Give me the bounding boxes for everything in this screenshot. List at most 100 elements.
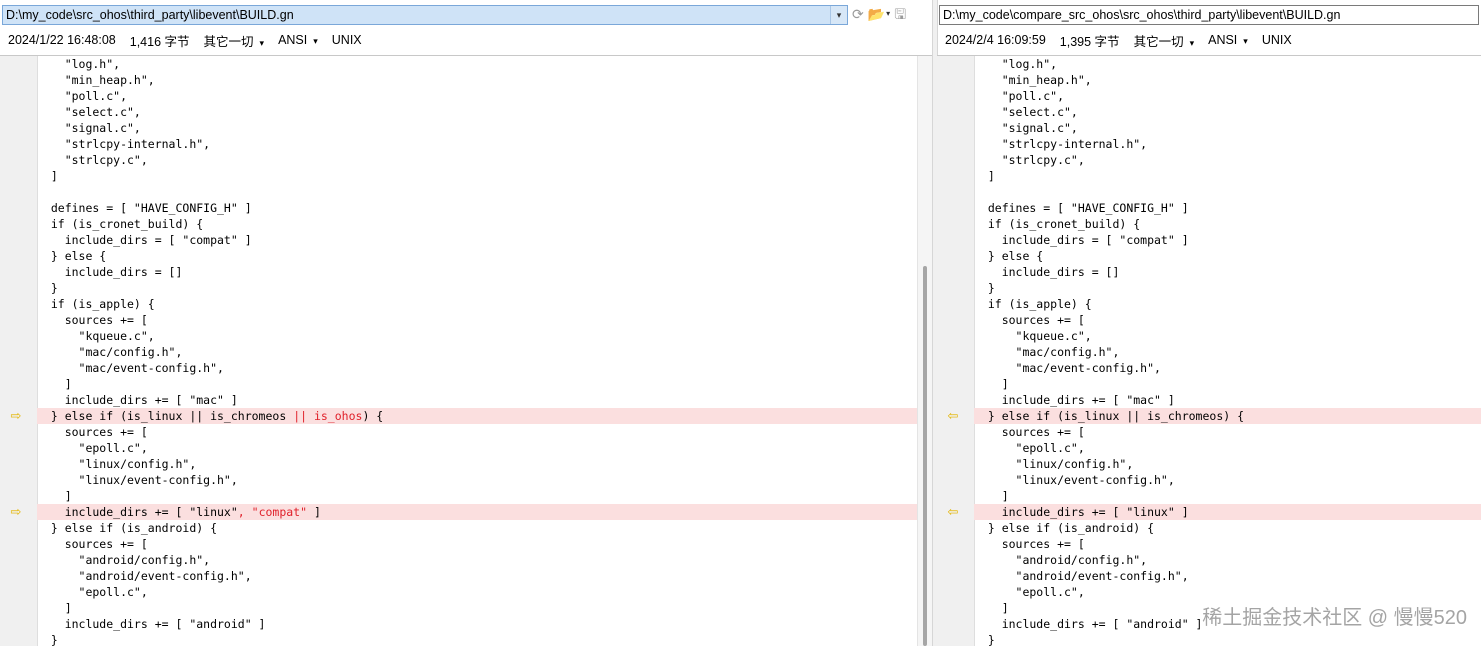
diff-arrow-icon[interactable]: ⇨ [8, 408, 24, 424]
code-line: "linux/event-config.h", [37, 472, 917, 488]
code-line: sources += [ [37, 536, 917, 552]
code-line: } [37, 632, 917, 646]
code-text: ] [37, 601, 72, 615]
code-text: include_dirs = [ "compat" ] [974, 233, 1189, 247]
open-folder-icon[interactable]: 📂 [868, 4, 885, 24]
open-folder-dropdown-icon[interactable]: ▾ [886, 4, 890, 24]
left-toolbar: ⟳ 📂 ▾ 🖫 [852, 4, 906, 24]
code-line: include_dirs = [ "compat" ] [974, 232, 1481, 248]
left-path-input[interactable]: D:\my_code\src_ohos\third_party\libevent… [2, 5, 848, 25]
right-path-text: D:\my_code\compare_src_ohos\src_ohos\thi… [943, 8, 1341, 22]
code-text: "mac/config.h", [974, 345, 1120, 359]
diff-arrow-icon[interactable]: ⇦ [945, 504, 961, 520]
code-text: "linux/config.h", [37, 457, 197, 471]
code-line: "strlcpy-internal.h", [37, 136, 917, 152]
left-path-text: D:\my_code\src_ohos\third_party\libevent… [6, 8, 294, 22]
code-line: include_dirs += [ "mac" ] [37, 392, 917, 408]
code-text: } else if (is_android) { [974, 521, 1155, 535]
diff-arrow-icon[interactable]: ⇨ [8, 504, 24, 520]
right-encoding-select[interactable]: ANSI ▾ [1208, 33, 1248, 47]
chevron-down-icon: ▾ [313, 36, 318, 46]
code-text: "mac/event-config.h", [37, 361, 224, 375]
right-filter-select[interactable]: 其它一切 ▾ [1134, 31, 1195, 50]
code-text: "linux/event-config.h", [37, 473, 238, 487]
code-line: include_dirs = [] [37, 264, 917, 280]
right-path-bar: D:\my_code\compare_src_ohos\src_ohos\thi… [939, 4, 1479, 26]
code-line: "log.h", [974, 56, 1481, 72]
code-text: ] [974, 601, 1009, 615]
left-code-view[interactable]: ⇨ ⇨ "log.h", "min_heap.h", "poll.c", "sel… [0, 55, 934, 646]
right-code-lines: "log.h", "min_heap.h", "poll.c", "select… [974, 56, 1481, 646]
code-line: "linux/config.h", [974, 456, 1481, 472]
code-line: "epoll.c", [974, 440, 1481, 456]
left-scrollbar-thumb[interactable] [923, 266, 927, 646]
chevron-down-icon: ▾ [259, 37, 265, 48]
code-text: ] [307, 505, 321, 519]
code-text: "epoll.c", [37, 441, 148, 455]
code-text: "signal.c", [37, 121, 141, 135]
code-text: "strlcpy.c", [37, 153, 148, 167]
code-text: sources += [ [974, 313, 1085, 327]
code-text: ] [974, 169, 995, 183]
code-text: "poll.c", [37, 89, 128, 103]
code-text: sources += [ [974, 537, 1085, 551]
code-line: } else if (is_android) { [974, 520, 1481, 536]
code-line: "epoll.c", [974, 584, 1481, 600]
code-line: } [974, 280, 1481, 296]
code-line: "linux/config.h", [37, 456, 917, 472]
code-text: "epoll.c", [974, 585, 1085, 599]
code-line: if (is_apple) { [974, 296, 1481, 312]
code-text: if (is_apple) { [974, 297, 1092, 311]
code-line: "android/event-config.h", [37, 568, 917, 584]
right-encoding-label: ANSI [1208, 33, 1238, 47]
code-line: include_dirs += [ "android" ] [37, 616, 917, 632]
code-line: ] [37, 168, 917, 184]
code-line: defines = [ "HAVE_CONFIG_H" ] [37, 200, 917, 216]
code-line: include_dirs += [ "mac" ] [974, 392, 1481, 408]
code-text: include_dirs = [ "compat" ] [37, 233, 252, 247]
code-line: if (is_cronet_build) { [974, 216, 1481, 232]
code-line: "epoll.c", [37, 584, 917, 600]
code-text: "linux/config.h", [974, 457, 1134, 471]
right-info-bar: 2024/2/4 16:09:59 1,395 字节 其它一切 ▾ ANSI ▾ U… [945, 31, 1292, 49]
code-text: include_dirs = [] [37, 265, 183, 279]
code-text: "log.h", [37, 57, 121, 71]
code-line: "android/config.h", [37, 552, 917, 568]
code-text: ] [37, 377, 72, 391]
reload-icon[interactable]: ⟳ [852, 4, 864, 24]
code-line: "mac/event-config.h", [37, 360, 917, 376]
diff-arrow-icon[interactable]: ⇦ [945, 408, 961, 424]
right-file-pane: D:\my_code\compare_src_ohos\src_ohos\thi… [937, 0, 1481, 646]
code-text: defines = [ "HAVE_CONFIG_H" ] [974, 201, 1189, 215]
left-filter-select[interactable]: 其它一切 ▾ [204, 31, 265, 50]
code-text: "log.h", [974, 57, 1058, 71]
right-path-input[interactable]: D:\my_code\compare_src_ohos\src_ohos\thi… [939, 5, 1479, 25]
code-line: sources += [ [974, 312, 1481, 328]
left-encoding-select[interactable]: ANSI ▾ [278, 33, 318, 47]
code-line: "strlcpy.c", [974, 152, 1481, 168]
code-text: if (is_cronet_build) { [37, 217, 204, 231]
code-line: ] [974, 168, 1481, 184]
code-text: "android/config.h", [37, 553, 211, 567]
code-text: "kqueue.c", [37, 329, 155, 343]
code-line: "mac/event-config.h", [974, 360, 1481, 376]
left-path-dropdown-icon[interactable]: ▾ [830, 6, 847, 24]
code-text: if (is_apple) { [37, 297, 155, 311]
code-line: "kqueue.c", [37, 328, 917, 344]
code-text: sources += [ [37, 537, 148, 551]
save-icon[interactable]: 🖫 [894, 4, 906, 24]
right-code-view[interactable]: ⇦ ⇦ "log.h", "min_heap.h", "poll.c", "sel… [937, 55, 1481, 646]
code-text: "strlcpy-internal.h", [974, 137, 1148, 151]
code-line: "epoll.c", [37, 440, 917, 456]
code-line: ] [37, 488, 917, 504]
code-text: } else if (is_linux || is_chromeos) { [974, 409, 1245, 423]
code-line: "poll.c", [974, 88, 1481, 104]
code-line: "linux/event-config.h", [974, 472, 1481, 488]
code-text: } else if (is_linux || is_chromeos [37, 409, 294, 423]
code-line: if (is_cronet_build) { [37, 216, 917, 232]
left-gutter: ⇨ ⇨ [0, 56, 38, 646]
code-line: "strlcpy-internal.h", [974, 136, 1481, 152]
code-line: "mac/config.h", [37, 344, 917, 360]
code-text: "linux/event-config.h", [974, 473, 1175, 487]
